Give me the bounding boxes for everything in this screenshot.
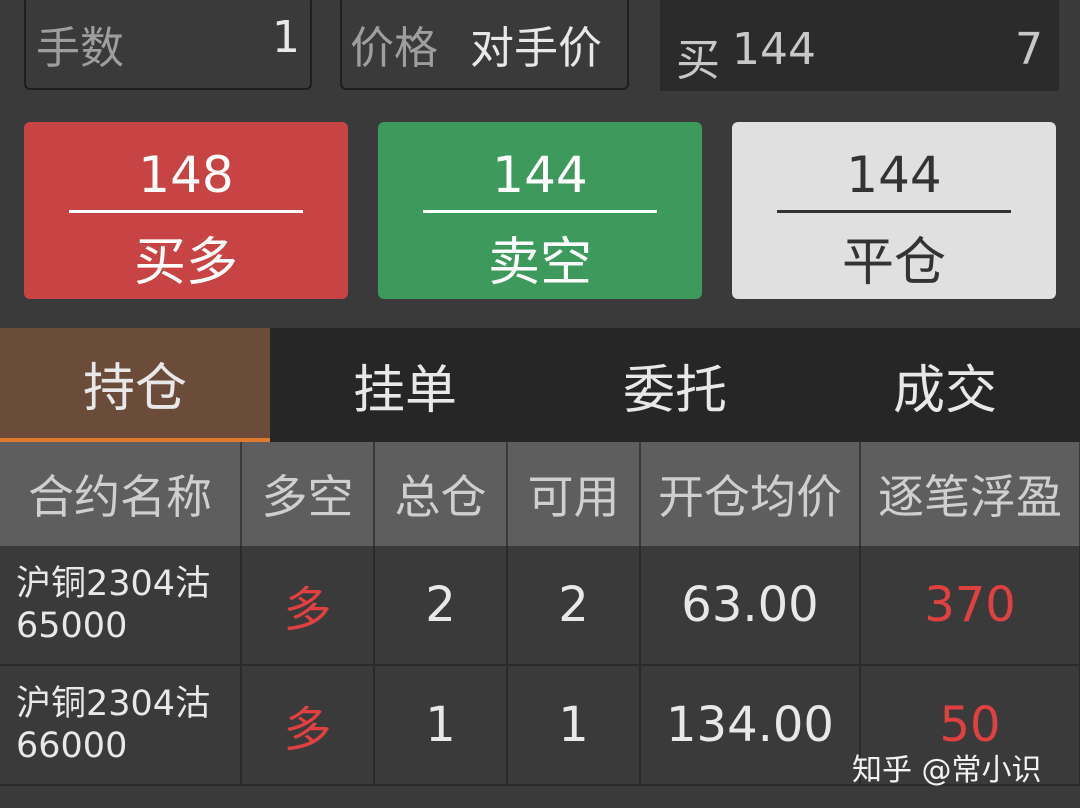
header-float-pnl[interactable]: 逐笔浮盈 (860, 442, 1080, 546)
tab-orders[interactable]: 委托 (540, 328, 810, 442)
divider (423, 210, 657, 213)
table-header-row: 合约名称 多空 总仓 可用 开仓均价 逐笔浮盈 (0, 442, 1080, 546)
close-position-price: 144 (846, 146, 942, 204)
price-type-selector[interactable]: 价格 对手价 (340, 0, 629, 90)
tab-pending-orders[interactable]: 挂单 (270, 328, 540, 442)
tab-bar: 持仓 挂单 委托 成交 (0, 328, 1080, 442)
avg-open-price-cell: 134.00 (640, 665, 861, 786)
best-quote-panel: 买 144 7 (660, 0, 1059, 91)
positions-table: 合约名称 多空 总仓 可用 开仓均价 逐笔浮盈 沪铜2304沽 65000 多 2… (0, 442, 1080, 786)
sell-short-label: 卖空 (487, 233, 592, 293)
quote-side: 买 (676, 35, 720, 86)
avg-open-price-cell: 63.00 (640, 546, 861, 666)
buy-long-label: 买多 (133, 233, 238, 293)
watermark: 知乎 @常小识 (852, 753, 1042, 788)
sell-short-price: 144 (492, 146, 588, 204)
available-cell: 1 (507, 665, 641, 786)
close-position-button[interactable]: 144 平仓 (732, 122, 1056, 299)
available-cell: 2 (507, 546, 641, 666)
divider (69, 210, 303, 213)
quantity-field[interactable]: 手数 1 (24, 0, 312, 90)
header-direction[interactable]: 多空 (241, 442, 375, 546)
close-position-label: 平仓 (841, 233, 946, 293)
header-avg-open-price[interactable]: 开仓均价 (640, 442, 861, 546)
tab-trades[interactable]: 成交 (810, 328, 1080, 442)
float-pnl-cell: 370 (860, 546, 1080, 666)
buy-long-button[interactable]: 148 买多 (24, 122, 348, 299)
tab-positions[interactable]: 持仓 (0, 328, 270, 442)
divider (777, 210, 1011, 213)
contract-name: 沪铜2304沽 (16, 684, 211, 724)
contract-name-cell: 沪铜2304沽 65000 (0, 546, 242, 666)
price-type-value[interactable]: 对手价 (470, 12, 602, 76)
contract-name: 沪铜2304沽 (16, 564, 211, 604)
total-position-cell: 1 (374, 665, 508, 786)
contract-name-cell: 沪铜2304沽 66000 (0, 665, 242, 786)
total-position-cell: 2 (374, 546, 508, 666)
direction-cell: 多 (241, 546, 375, 666)
contract-strike: 66000 (16, 726, 128, 766)
quantity-value[interactable]: 1 (272, 12, 300, 63)
quantity-label: 手数 (36, 23, 124, 74)
header-available[interactable]: 可用 (507, 442, 641, 546)
header-total-position[interactable]: 总仓 (374, 442, 508, 546)
header-contract-name[interactable]: 合约名称 (0, 442, 242, 546)
price-label: 价格 (350, 23, 438, 74)
quote-price: 144 (732, 24, 816, 75)
quote-volume: 7 (1015, 24, 1043, 75)
contract-strike: 65000 (16, 606, 128, 646)
direction-cell: 多 (241, 665, 375, 786)
table-row[interactable]: 沪铜2304沽 65000 多 2 2 63.00 370 (0, 546, 1080, 666)
buy-long-price: 148 (138, 146, 234, 204)
sell-short-button[interactable]: 144 卖空 (378, 122, 702, 299)
